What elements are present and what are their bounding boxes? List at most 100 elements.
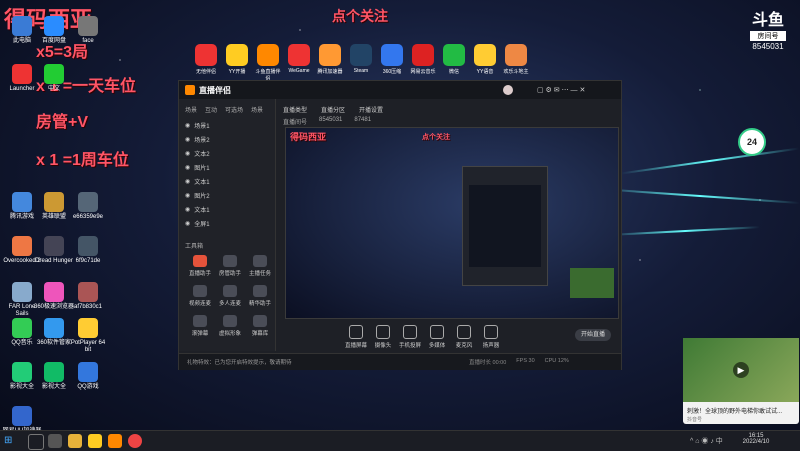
tool-label: 滚弹幕: [191, 331, 209, 337]
scene-item[interactable]: ◉ 图片2: [185, 189, 267, 201]
app-icon: [44, 64, 64, 84]
dock-icon[interactable]: 360压缩: [378, 44, 406, 75]
scene-item[interactable]: ◉ 文本2: [185, 147, 267, 159]
dock-icon[interactable]: 欢乐斗地主: [502, 44, 530, 75]
app-icon: [12, 406, 32, 426]
desktop-icon-label: e66359e9e: [72, 214, 104, 220]
app-icon: [12, 318, 32, 338]
sidebar-tabs[interactable]: 场景 互动 可选场 场景: [185, 105, 263, 114]
tool-button[interactable]: 弹幕库: [247, 315, 273, 337]
yy-icon[interactable]: [88, 434, 102, 448]
source-button[interactable]: 多媒体: [422, 325, 452, 349]
dock-icon[interactable]: 微信: [440, 44, 468, 75]
scene-item[interactable]: ◉ 文本1: [185, 203, 267, 215]
tool-button[interactable]: 虚拟形象: [217, 315, 243, 337]
eye-icon[interactable]: ◉: [185, 136, 190, 143]
scene-label: 文本2: [194, 151, 210, 158]
dock-icon[interactable]: YY开播: [223, 44, 251, 75]
desktop-icon[interactable]: 6f9c71de: [68, 236, 108, 265]
source-button[interactable]: 摄像头: [368, 325, 398, 349]
tool-button[interactable]: 精华助手: [247, 285, 273, 307]
scene-item[interactable]: ◉ 全屏1: [185, 217, 267, 229]
avatar[interactable]: [503, 85, 513, 95]
streaming-app-window: 直播伴侣 ▢ ⚙ ✉ ⋯ — ✕ 场景 互动 可选场 场景 ◉ 场景1 ◉ 场景2 ◉ 文…: [178, 80, 622, 370]
tool-label: 主播任务: [248, 271, 271, 277]
taskview-icon[interactable]: [48, 434, 62, 448]
scene-item[interactable]: ◉ 场景2: [185, 133, 267, 145]
desktop-icon[interactable]: PotPlayer 64 bit: [68, 318, 108, 354]
dock-icon[interactable]: YY语音: [471, 44, 499, 75]
scene-label: 全屏1: [194, 221, 210, 228]
tool-button[interactable]: 滚弹幕: [187, 315, 213, 337]
stream-preview[interactable]: 得码西亚 点个关注: [285, 127, 619, 319]
eye-icon[interactable]: ◉: [185, 122, 190, 129]
tool-button[interactable]: 直播助手: [187, 255, 213, 277]
eye-icon[interactable]: ◉: [185, 192, 190, 199]
scene-item[interactable]: ◉ 图片1: [185, 161, 267, 173]
clock[interactable]: 16:15 2022/4/10: [736, 433, 776, 445]
window-controls[interactable]: ▢ ⚙ ✉ ⋯ — ✕: [537, 86, 585, 94]
desktop-icon[interactable]: face: [68, 16, 108, 45]
tool-button[interactable]: 视频连麦: [187, 285, 213, 307]
tool-icon: [253, 285, 267, 297]
desktop-icon[interactable]: af7b830c1: [68, 282, 108, 311]
tool-icon: [223, 285, 237, 297]
dock-icon[interactable]: 无他伴侣: [192, 44, 220, 75]
tray-icons[interactable]: ^ ⌂ ◉ ♪ 中: [690, 436, 723, 446]
score-badge[interactable]: 24: [738, 128, 766, 156]
dock-icon[interactable]: Steam: [347, 44, 375, 74]
tab-optional[interactable]: 可选场: [225, 105, 243, 114]
tab-interact[interactable]: 互动: [205, 105, 217, 114]
app-icon: [44, 362, 64, 382]
source-label: 手机投屏: [398, 343, 421, 349]
eye-icon[interactable]: ◉: [185, 220, 190, 227]
douyu-brand: 斗鱼 房间号 8545031: [744, 6, 792, 51]
field-type[interactable]: 直播类型: [283, 105, 307, 114]
source-label: 麦克风: [455, 343, 473, 349]
scene-item[interactable]: ◉ 场景1: [185, 119, 267, 131]
dock-icon-label: Steam: [353, 68, 369, 74]
source-button[interactable]: 扬声器: [476, 325, 506, 349]
start-icon[interactable]: ⊞: [4, 435, 12, 446]
start-stream-button[interactable]: 开始直播: [575, 329, 611, 341]
source-label: 扬声器: [482, 343, 500, 349]
source-button[interactable]: 麦克风: [449, 325, 479, 349]
desktop-icon[interactable]: 中文: [34, 64, 74, 93]
desktop-icon[interactable]: e66359e9e: [68, 192, 108, 221]
search-icon[interactable]: [28, 434, 44, 450]
douyu-icon[interactable]: [108, 434, 122, 448]
scene-item[interactable]: ◉ 文本1: [185, 175, 267, 187]
field-settings[interactable]: 开播设置: [359, 105, 383, 114]
tool-button[interactable]: 房管助手: [217, 255, 243, 277]
dock-icon[interactable]: WeGame: [285, 44, 313, 74]
eye-icon[interactable]: ◉: [185, 164, 190, 171]
video-source: 抖音号: [687, 417, 703, 423]
eye-icon[interactable]: ◉: [185, 150, 190, 157]
dock-icon-label: 微信: [448, 69, 459, 75]
play-icon[interactable]: ▶: [733, 362, 749, 378]
video-title[interactable]: 刺激！全球顶的野外电梯你敢试试...: [687, 406, 797, 415]
overlay-line-4: x 1 =1周车位: [36, 152, 129, 169]
tool-button[interactable]: 主播任务: [247, 255, 273, 277]
header-fields[interactable]: 直播类型 直播分区 开播设置: [283, 105, 383, 114]
video-popup[interactable]: ▶ 刺激！全球顶的野外电梯你敢试试... 抖音号: [683, 338, 799, 424]
app-icon: [288, 44, 310, 66]
taskbar: ⊞ ^ ⌂ ◉ ♪ 中 16:15 2022/4/10: [0, 430, 800, 451]
eye-icon[interactable]: ◉: [185, 178, 190, 185]
source-button[interactable]: 直播屏幕: [341, 325, 371, 349]
tool-button[interactable]: 多人连麦: [217, 285, 243, 307]
field-category[interactable]: 直播分区: [321, 105, 345, 114]
tab-scenes[interactable]: 场景: [185, 105, 197, 114]
source-button[interactable]: 手机投屏: [395, 325, 425, 349]
tool-icon: [193, 285, 207, 297]
desktop-icon[interactable]: QQ游戏: [68, 362, 108, 391]
file-explorer-icon[interactable]: [68, 434, 82, 448]
video-thumbnail[interactable]: ▶: [683, 338, 799, 402]
tab-scenes-2[interactable]: 场景: [251, 105, 263, 114]
dock-icon[interactable]: 腾讯加速器: [316, 44, 344, 75]
dock-icon[interactable]: 网易云音乐: [409, 44, 437, 75]
dock-icon[interactable]: 斗鱼直播伴侣: [254, 44, 282, 82]
browser-icon[interactable]: [128, 434, 142, 448]
eye-icon[interactable]: ◉: [185, 206, 190, 213]
app-icon: [319, 44, 341, 66]
